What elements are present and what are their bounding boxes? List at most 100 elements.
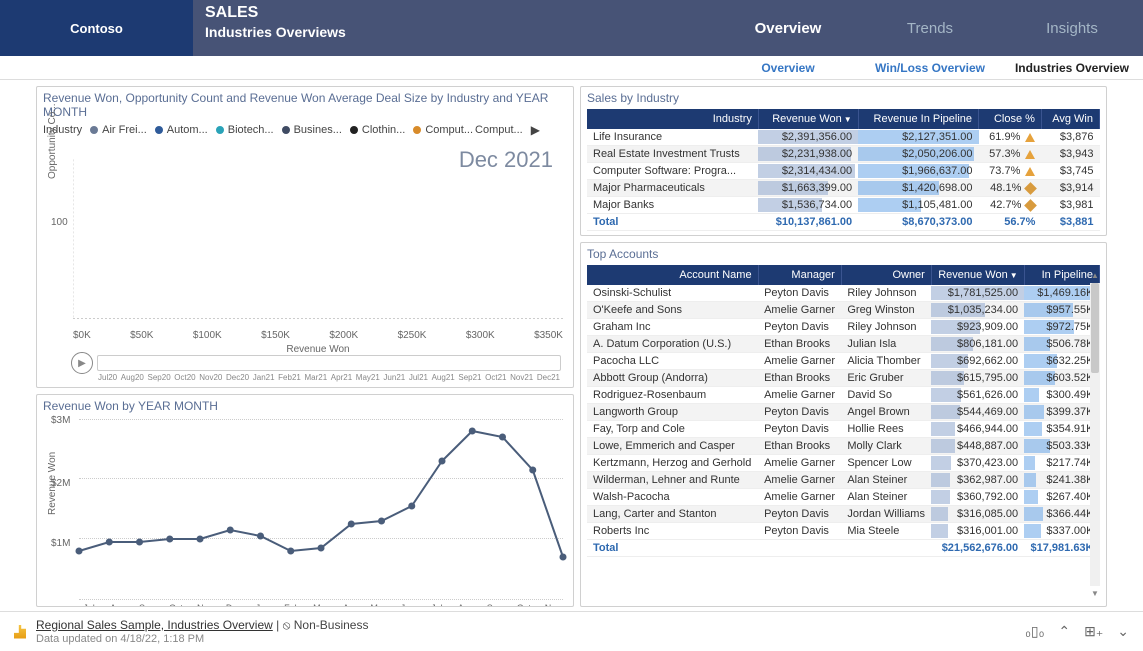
- column-header[interactable]: Revenue Won▼: [758, 109, 858, 129]
- timeline-tick: Sep20: [148, 373, 171, 382]
- table-row[interactable]: Osinski-SchulistPeyton DavisRiley Johnso…: [587, 285, 1100, 302]
- timeline-tick: Jul20: [98, 373, 117, 382]
- legend-dot-icon: [282, 126, 290, 134]
- table-row[interactable]: Life Insurance$2,391,356.00$2,127,351.00…: [587, 129, 1100, 146]
- timeline-tick: Sep21: [458, 373, 481, 382]
- table-row[interactable]: Roberts IncPeyton DavisMia Steele$316,00…: [587, 523, 1100, 540]
- scatter-xtick: $100K: [193, 330, 222, 341]
- line-ytick-3m: $3M: [51, 415, 70, 426]
- table-row[interactable]: Rodriguez-RosenbaumAmelie GarnerDavid So…: [587, 387, 1100, 404]
- line-ytick-1m: $1M: [51, 538, 70, 549]
- timeline-tick: Oct20: [174, 373, 195, 382]
- table-row[interactable]: Lowe, Emmerich and CasperEthan BrooksMol…: [587, 438, 1100, 455]
- main-tab-trends[interactable]: Trends: [859, 0, 1001, 56]
- chevron-down-icon[interactable]: ⌄: [1117, 623, 1129, 640]
- table-scrollbar[interactable]: ▲ ▼: [1090, 283, 1100, 586]
- table-row[interactable]: Major Banks$1,536,734.00$1,105,481.0042.…: [587, 197, 1100, 214]
- chart-icon[interactable]: ₀▯₀: [1025, 623, 1044, 640]
- legend-more-icon[interactable]: ▶: [531, 123, 540, 137]
- column-header[interactable]: Industry: [587, 109, 758, 129]
- line-xtick: Nov2020: [195, 603, 215, 607]
- kpi-mid-icon: [1025, 199, 1038, 212]
- legend-item[interactable]: Clothin...: [362, 124, 405, 136]
- sales-by-industry-title: Sales by Industry: [587, 91, 1100, 105]
- line-xtick: Aug2021: [456, 603, 476, 607]
- line-xtick: Oct2020: [166, 603, 186, 607]
- column-header[interactable]: Account Name: [587, 265, 758, 285]
- line-xtick: Feb2021: [282, 603, 302, 607]
- scatter-card[interactable]: Revenue Won, Opportunity Count and Reven…: [36, 86, 574, 388]
- grid-add-icon[interactable]: ⊞₊: [1084, 623, 1103, 640]
- table-row[interactable]: Abbott Group (Andorra)Ethan BrooksEric G…: [587, 370, 1100, 387]
- table-row[interactable]: Pacocha LLCAmelie GarnerAlicia Thomber$6…: [587, 353, 1100, 370]
- top-accounts-title: Top Accounts: [587, 247, 1100, 261]
- page-title: Industries Overviews: [193, 22, 717, 44]
- timeline-tick: Oct21: [485, 373, 506, 382]
- table-row[interactable]: Lang, Carter and StantonPeyton DavisJord…: [587, 506, 1100, 523]
- line-xtick: May2021: [369, 603, 389, 607]
- timeline-tick: Apr21: [331, 373, 352, 382]
- table-row[interactable]: Real Estate Investment Trusts$2,231,938.…: [587, 146, 1100, 163]
- sub-tab[interactable]: Overview: [717, 56, 859, 79]
- table-total-row: Total$21,562,676.00$17,981.63K: [587, 540, 1100, 557]
- timeline-tick: Jun21: [383, 373, 405, 382]
- chevron-up-icon[interactable]: ⌃: [1058, 623, 1070, 640]
- table-row[interactable]: Fay, Torp and ColePeyton DavisHollie Ree…: [587, 421, 1100, 438]
- table-row[interactable]: Kertzmann, Herzog and GerholdAmelie Garn…: [587, 455, 1100, 472]
- column-header[interactable]: Revenue Won▼: [931, 265, 1024, 285]
- sub-tab[interactable]: Win/Loss Overview: [859, 56, 1001, 79]
- table-row[interactable]: Graham IncPeyton DavisRiley Johnson$923,…: [587, 319, 1100, 336]
- table-row[interactable]: Computer Software: Progra...$2,314,434.0…: [587, 163, 1100, 180]
- column-header[interactable]: Owner: [841, 265, 931, 285]
- column-header[interactable]: Avg Win: [1041, 109, 1099, 129]
- table-row[interactable]: Major Pharmaceuticals$1,663,399.00$1,420…: [587, 180, 1100, 197]
- column-header[interactable]: Revenue In Pipeline: [858, 109, 978, 129]
- column-header[interactable]: In Pipeline: [1024, 265, 1099, 285]
- scatter-plot[interactable]: Opportunity Co... Dec 2021 100 $0K$50K$1…: [73, 139, 563, 343]
- table-row[interactable]: A. Datum Corporation (U.S.)Ethan BrooksJ…: [587, 336, 1100, 353]
- line-xtick: Jun2021: [398, 603, 418, 607]
- main-tab-overview[interactable]: Overview: [717, 0, 859, 56]
- sensitivity-icon: ⦸: [283, 618, 291, 632]
- timeline-tick: Dec21: [537, 373, 560, 382]
- line-chart-card[interactable]: Revenue Won by YEAR MONTH Revenue Won $3…: [36, 394, 574, 607]
- updated-label: Data updated on 4/18/22, 1:18 PM: [36, 633, 368, 645]
- table-row[interactable]: Wilderman, Lehner and RunteAmelie Garner…: [587, 472, 1100, 489]
- app-title: SALES: [193, 0, 717, 22]
- play-button[interactable]: ▶: [71, 352, 93, 374]
- scatter-xtick: $350K: [534, 330, 563, 341]
- column-header[interactable]: Manager: [758, 265, 841, 285]
- legend-dot-icon: [216, 126, 224, 134]
- legend-item[interactable]: Biotech...: [228, 124, 274, 136]
- legend-item[interactable]: Comput...: [425, 124, 473, 136]
- legend-item[interactable]: Comput...: [475, 124, 523, 136]
- header-ribbon: Contoso SALES Industries Overviews Overv…: [0, 0, 1143, 56]
- main-tab-insights[interactable]: Insights: [1001, 0, 1143, 56]
- sub-tab[interactable]: Industries Overview: [1001, 56, 1143, 79]
- breadcrumb-link[interactable]: Regional Sales Sample, Industries Overvi…: [36, 618, 273, 632]
- scatter-title: Revenue Won, Opportunity Count and Reven…: [43, 91, 567, 119]
- scroll-down-icon[interactable]: ▼: [1090, 589, 1100, 598]
- legend-item[interactable]: Busines...: [294, 124, 342, 136]
- table-row[interactable]: Walsh-PacochaAmelie GarnerAlan Steiner$3…: [587, 489, 1100, 506]
- timeline-tick: Nov20: [199, 373, 222, 382]
- table-row[interactable]: Langworth GroupPeyton DavisAngel Brown$5…: [587, 404, 1100, 421]
- kpi-up-icon: [1025, 133, 1035, 142]
- line-chart[interactable]: Revenue Won $3M $2M $1M Jul2020Aug2020Se…: [79, 419, 563, 599]
- top-accounts-card[interactable]: Top Accounts Account NameManagerOwnerRev…: [580, 242, 1107, 607]
- timeline-slider[interactable]: Jul20Aug20Sep20Oct20Nov20Dec20Jan21Feb21…: [97, 355, 561, 371]
- line-xtick: Aug2020: [108, 603, 128, 607]
- legend-item[interactable]: Autom...: [167, 124, 208, 136]
- scroll-up-icon[interactable]: ▲: [1090, 271, 1100, 280]
- kpi-up-icon: [1025, 150, 1035, 159]
- scatter-xtick: $50K: [130, 330, 153, 341]
- logo-tab[interactable]: Contoso: [0, 0, 193, 56]
- top-accounts-table[interactable]: Account NameManagerOwnerRevenue Won▼In P…: [587, 265, 1100, 557]
- line-xtick: Sep2021: [485, 603, 505, 607]
- column-header[interactable]: Close %: [979, 109, 1042, 129]
- sales-by-industry-card[interactable]: Sales by Industry IndustryRevenue Won▼Re…: [580, 86, 1107, 236]
- table-row[interactable]: O'Keefe and SonsAmelie GarnerGreg Winsto…: [587, 302, 1100, 319]
- legend-item[interactable]: Air Frei...: [102, 124, 147, 136]
- line-xtick: Jul2021: [427, 603, 447, 607]
- sales-by-industry-table[interactable]: IndustryRevenue Won▼Revenue In PipelineC…: [587, 109, 1100, 231]
